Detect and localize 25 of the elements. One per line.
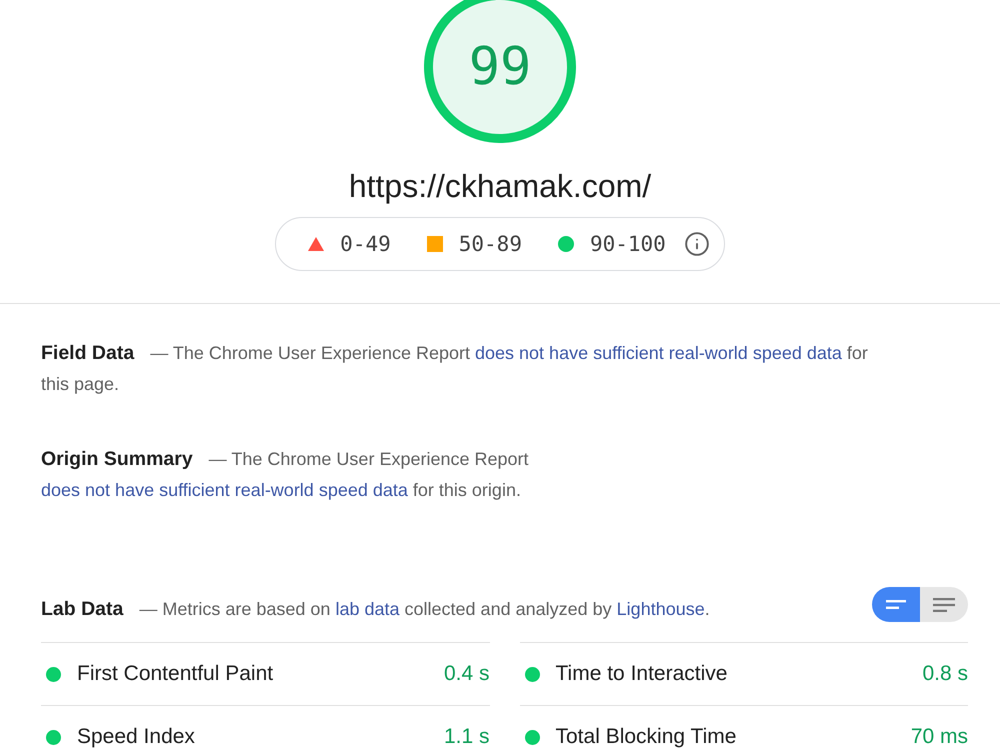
metric-label: Time to Interactive <box>556 661 728 688</box>
section-description: Field Data — The Chrome User Experience Report does not have sufficient real-world speed data for this page. <box>41 341 869 396</box>
metric-label: Speed Index <box>77 724 195 750</box>
text-link[interactable]: Lighthouse <box>616 599 705 619</box>
page-url: https://ckhamak.com/ <box>348 167 652 205</box>
metric-value: 0.8 s <box>922 661 968 688</box>
text-link[interactable]: lab data <box>335 599 400 619</box>
legend-label: 50-89 <box>458 234 522 254</box>
metric-value: 70 ms <box>910 724 968 750</box>
metric-label: Total Blocking Time <box>556 724 736 750</box>
legend-label: 0-49 <box>340 234 391 254</box>
lines-icon <box>886 600 906 609</box>
section-description: Lab Data — Metrics are based on lab data collected and analyzed by Lighthouse. <box>41 597 711 622</box>
view-toggle-button[interactable] <box>872 587 920 622</box>
legend-label: 90-100 <box>590 234 666 254</box>
info-icon[interactable] <box>684 231 710 257</box>
lines-icon <box>933 598 955 612</box>
text-link[interactable]: does not have sufficient real-world speed data <box>41 480 408 500</box>
view-toggle-button[interactable] <box>920 587 968 622</box>
metric-label: First Contentful Paint <box>77 661 274 688</box>
section-description: Origin Summary — The Chrome User Experience Report does not have sufficient real-world speed data for this origin. <box>41 447 530 502</box>
metric-value: 1.1 s <box>444 724 490 750</box>
metric-value: 0.4 s <box>444 661 490 688</box>
score-value: 99 <box>468 41 532 93</box>
text-link[interactable]: does not have sufficient real-world speed data <box>475 343 842 363</box>
